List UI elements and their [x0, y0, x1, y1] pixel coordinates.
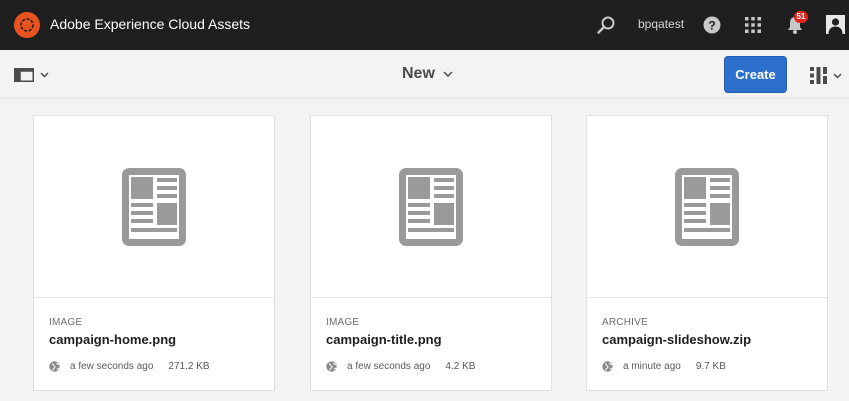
global-header: Adobe Experience Cloud Assets bpqatest ?… — [0, 0, 849, 50]
globe-icon — [49, 361, 60, 372]
asset-thumbnail[interactable] — [587, 116, 827, 297]
chevron-down-icon — [40, 72, 49, 78]
asset-modified: a few seconds ago — [70, 361, 154, 372]
action-bar: New Create — [0, 50, 849, 99]
asset-card[interactable]: IMAGE campaign-home.png a few seconds ag… — [33, 115, 275, 391]
asset-size: 271.2 KB — [168, 361, 210, 372]
asset-modified: a minute ago — [623, 361, 681, 372]
asset-meta: ARCHIVE campaign-slideshow.zip a minute … — [587, 297, 827, 390]
asset-info: a few seconds ago 4.2 KB — [326, 361, 475, 372]
help-icon[interactable]: ? — [703, 16, 721, 34]
adobe-logo-icon[interactable] — [14, 12, 40, 38]
asset-size: 4.2 KB — [445, 361, 476, 372]
username[interactable]: bpqatest — [638, 17, 684, 31]
user-profile-icon[interactable] — [826, 15, 845, 34]
rail-toggle-button[interactable] — [14, 67, 54, 83]
asset-name[interactable]: campaign-slideshow.zip — [602, 332, 751, 347]
asset-meta: IMAGE campaign-home.png a few seconds ag… — [34, 297, 274, 390]
asset-type: IMAGE — [49, 317, 83, 328]
create-button[interactable]: Create — [724, 56, 787, 93]
asset-thumbnail[interactable] — [311, 116, 551, 297]
asset-type: ARCHIVE — [602, 317, 648, 328]
asset-type: IMAGE — [326, 317, 360, 328]
asset-meta: IMAGE campaign-title.png a few seconds a… — [311, 297, 551, 390]
app-title[interactable]: Adobe Experience Cloud Assets — [50, 16, 250, 32]
asset-name[interactable]: campaign-title.png — [326, 332, 442, 347]
asset-info: a minute ago 9.7 KB — [602, 361, 726, 372]
asset-card[interactable]: IMAGE campaign-title.png a few seconds a… — [310, 115, 552, 391]
search-icon[interactable] — [596, 15, 616, 35]
document-placeholder-icon — [122, 167, 186, 246]
document-placeholder-icon — [399, 167, 463, 246]
svg-text:?: ? — [708, 19, 715, 33]
apps-grid-icon[interactable] — [744, 16, 762, 34]
document-placeholder-icon — [675, 167, 739, 246]
asset-size: 9.7 KB — [695, 361, 726, 372]
notification-count-badge: 51 — [794, 11, 808, 23]
asset-name[interactable]: campaign-home.png — [49, 332, 176, 347]
asset-thumbnail[interactable] — [34, 116, 274, 297]
asset-modified: a few seconds ago — [347, 361, 431, 372]
view-switcher-button[interactable] — [810, 67, 842, 84]
chevron-down-icon — [833, 72, 842, 79]
globe-icon — [602, 361, 613, 372]
card-view-icon — [810, 67, 827, 84]
asset-info: a few seconds ago 271.2 KB — [49, 361, 210, 372]
rail-panel-icon — [14, 68, 34, 82]
asset-card[interactable]: ARCHIVE campaign-slideshow.zip a minute … — [586, 115, 828, 391]
chevron-down-icon — [443, 71, 453, 77]
new-menu-label: New — [402, 65, 435, 82]
new-menu-dropdown[interactable]: New — [402, 65, 453, 83]
globe-icon — [326, 361, 337, 372]
